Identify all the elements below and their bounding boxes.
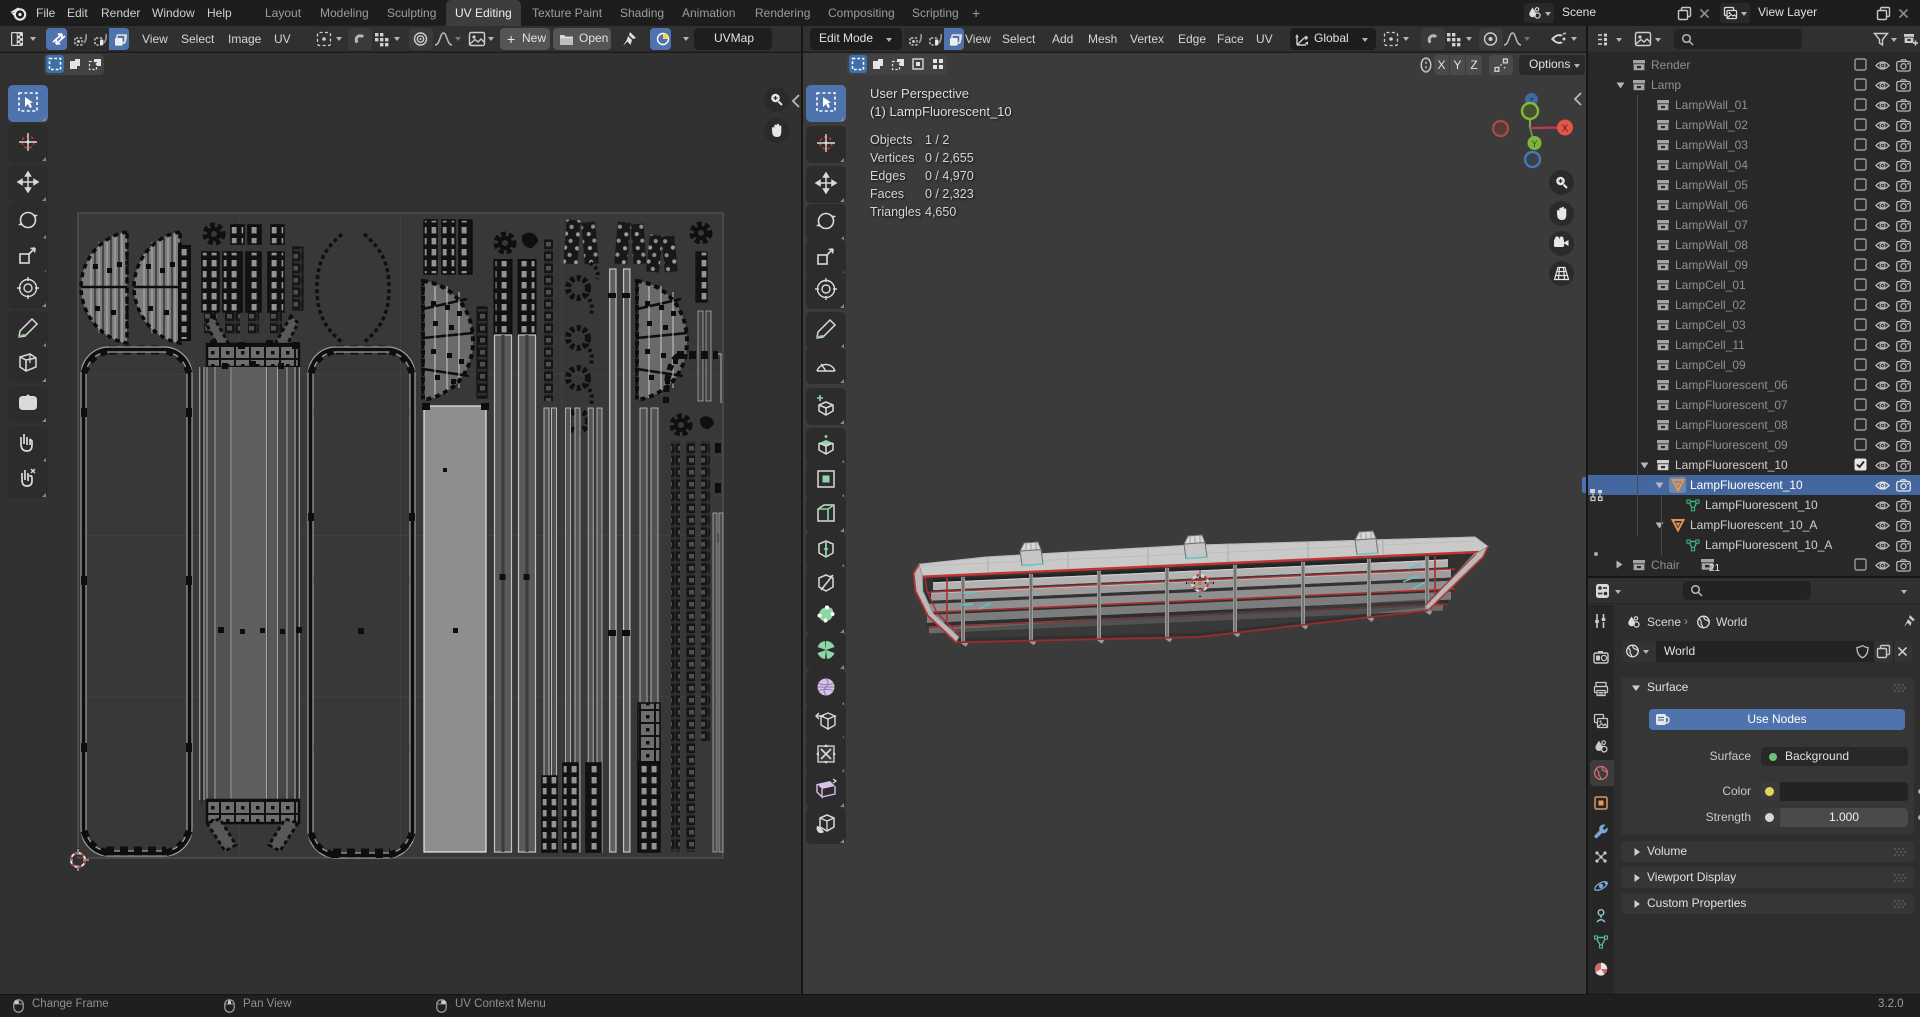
svg-text:X: X — [1562, 124, 1569, 135]
svg-text:Y: Y — [1531, 139, 1537, 149]
